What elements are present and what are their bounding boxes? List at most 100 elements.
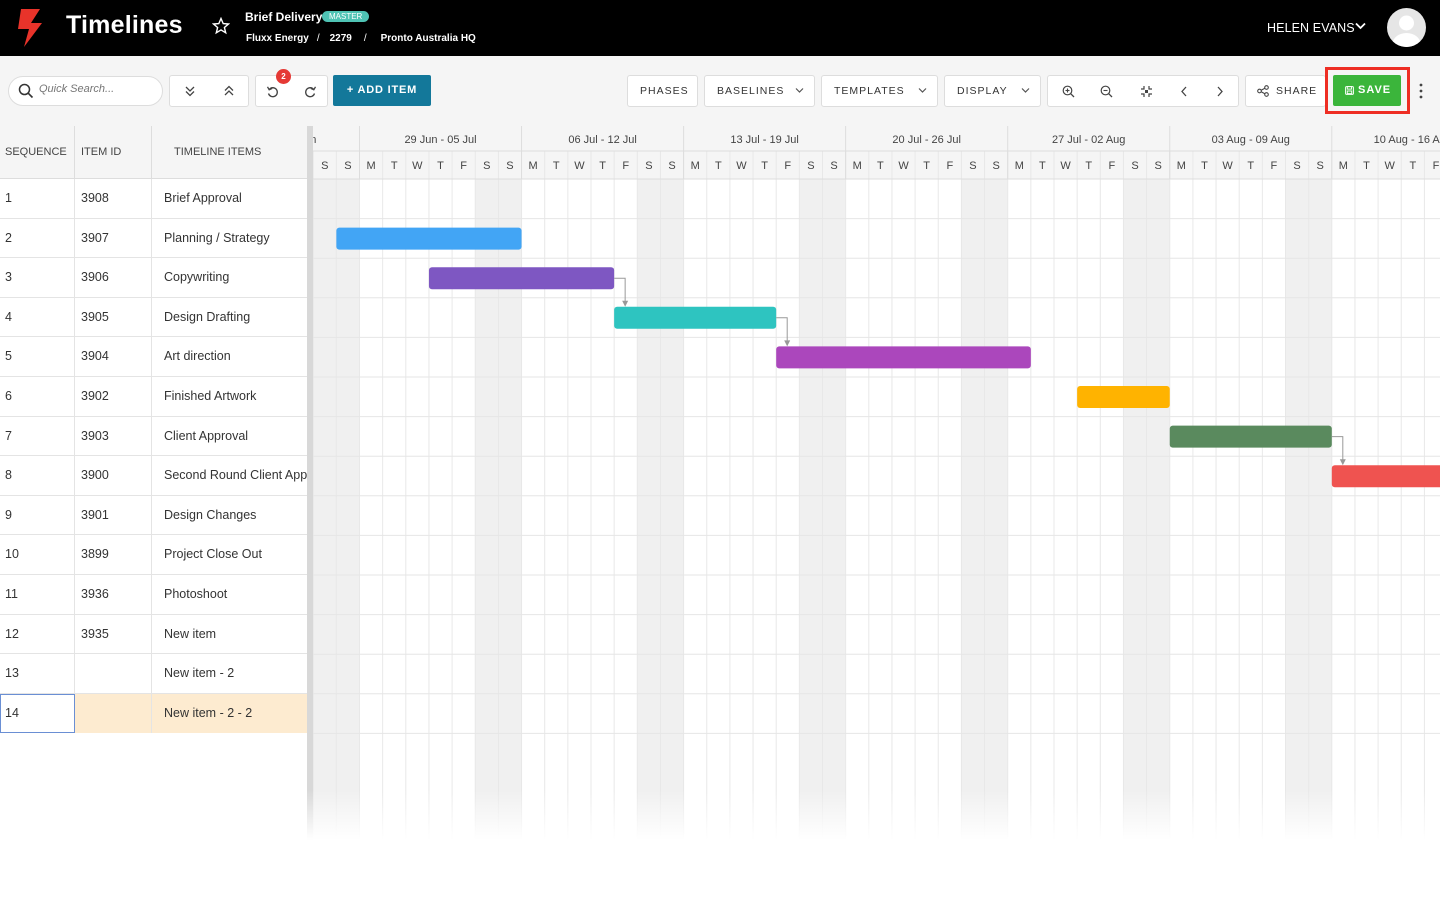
- item-id-cell[interactable]: 3904: [75, 337, 152, 377]
- sequence-cell[interactable]: 12: [0, 614, 75, 654]
- chevron-down-icon[interactable]: [1355, 22, 1366, 30]
- table-row[interactable]: 6 3902 Finished Artwork: [0, 377, 307, 417]
- table-row[interactable]: 83900Second Round Client Approval: [0, 456, 307, 496]
- table-row[interactable]: 13 New item - 2: [0, 654, 307, 694]
- expand-all-button[interactable]: [170, 76, 210, 106]
- table-row[interactable]: 10 3899 Project Close Out: [0, 535, 307, 575]
- table-row[interactable]: 7 3903 Client Approval: [0, 416, 307, 457]
- item-id-cell[interactable]: 3908: [75, 179, 152, 218]
- sequence-cell[interactable]: 5: [0, 337, 75, 377]
- timeline-item-name-cell[interactable]: Planning / Strategy: [152, 219, 307, 258]
- item-id-cell[interactable]: 3936: [75, 575, 152, 614]
- item-id-cell[interactable]: 3907: [75, 218, 152, 258]
- table-row[interactable]: 14 New item - 2 - 2: [0, 693, 307, 734]
- breadcrumb-job[interactable]: 2279: [330, 33, 352, 44]
- table-row[interactable]: 11 3936 Photoshoot: [0, 575, 307, 615]
- table-row[interactable]: 4 3905 Design Drafting: [0, 297, 307, 338]
- table-row[interactable]: 1 3908 Brief Approval: [0, 179, 307, 219]
- timeline-item-name-cell[interactable]: Design Changes: [152, 496, 307, 535]
- column-header-sequence[interactable]: SEQUENCE: [0, 126, 75, 179]
- item-id-cell[interactable]: [75, 654, 152, 694]
- table-row[interactable]: 3 3906 Copywriting: [0, 258, 307, 298]
- phases-button[interactable]: PHASES: [627, 75, 698, 107]
- weekend-column: [822, 179, 846, 840]
- timeline-bar-row-3[interactable]: [428, 267, 615, 290]
- timeline-bar-row-4[interactable]: [614, 306, 777, 329]
- timeline-item-name-cell[interactable]: Second Round Client Approval: [152, 456, 307, 495]
- collapse-all-button[interactable]: [209, 76, 249, 106]
- breadcrumb-location[interactable]: Pronto Australia HQ: [381, 33, 476, 44]
- timeline-item-name-cell[interactable]: Photoshoot: [152, 575, 307, 614]
- item-id-cell[interactable]: 3899: [75, 535, 152, 575]
- timeline-item-name-cell[interactable]: Design Drafting: [152, 298, 307, 337]
- timeline-item-name-cell[interactable]: Project Close Out: [152, 535, 307, 574]
- sequence-cell[interactable]: 6: [0, 377, 75, 416]
- redo-button[interactable]: [292, 76, 328, 106]
- templates-dropdown[interactable]: TEMPLATES: [821, 75, 938, 107]
- sequence-cell[interactable]: 9: [0, 495, 75, 535]
- sequence-cell[interactable]: 3: [0, 258, 75, 298]
- add-item-button[interactable]: + ADD ITEM: [333, 75, 431, 106]
- favorite-star-icon[interactable]: [212, 17, 230, 35]
- table-row[interactable]: 9 3901 Design Changes: [0, 495, 307, 536]
- sequence-cell[interactable]: 10: [0, 535, 75, 575]
- weekend-column: [799, 179, 823, 840]
- weekend-column: [1285, 179, 1309, 840]
- item-id-cell[interactable]: [75, 693, 152, 733]
- sequence-cell[interactable]: 11: [0, 575, 75, 614]
- sequence-cell[interactable]: 14: [0, 693, 75, 733]
- scroll-right-button[interactable]: [1200, 76, 1240, 106]
- sequence-cell[interactable]: 2: [0, 218, 75, 258]
- day-letter-label: S: [1131, 160, 1138, 172]
- user-menu[interactable]: HELEN EVANS: [1267, 21, 1355, 35]
- timeline-item-name-cell[interactable]: Art direction: [152, 337, 307, 376]
- sequence-cell[interactable]: 8: [0, 456, 75, 496]
- timeline-item-name-cell[interactable]: New item - 2 - 2: [152, 693, 307, 733]
- timeline-bar-row-8[interactable]: [1331, 465, 1440, 488]
- avatar[interactable]: [1387, 8, 1426, 47]
- sequence-cell[interactable]: 1: [0, 179, 75, 218]
- item-id-cell[interactable]: 3902: [75, 377, 152, 416]
- sequence-cell[interactable]: 7: [0, 416, 75, 456]
- item-id-cell[interactable]: 3900: [75, 456, 152, 496]
- breadcrumb-client[interactable]: Fluxx Energy: [246, 33, 309, 44]
- search-input[interactable]: [39, 83, 154, 95]
- sequence-cell[interactable]: 13: [0, 654, 75, 694]
- column-header-timeline-items[interactable]: TIMELINE ITEMS: [152, 126, 307, 179]
- timeline-bar-row-7[interactable]: [1169, 425, 1332, 448]
- baselines-dropdown[interactable]: BASELINES: [704, 75, 815, 107]
- day-letter-label: W: [1384, 160, 1395, 172]
- fit-to-screen-button[interactable]: [1126, 76, 1166, 106]
- timeline-bar-row-6[interactable]: [1077, 386, 1170, 408]
- more-options-icon[interactable]: [1415, 80, 1427, 102]
- zoom-out-button[interactable]: [1086, 76, 1126, 106]
- weekend-column: [637, 179, 661, 840]
- timeline-item-name-cell[interactable]: New item - 2: [152, 654, 307, 693]
- save-button[interactable]: SAVE: [1333, 75, 1401, 106]
- item-id-cell[interactable]: 3901: [75, 495, 152, 535]
- column-header-item-id[interactable]: ITEM ID: [75, 126, 152, 179]
- table-row[interactable]: 12 3935 New item: [0, 614, 307, 655]
- day-letter-label: W: [574, 160, 585, 172]
- item-id-cell[interactable]: 3903: [75, 416, 152, 456]
- timeline-item-name-cell[interactable]: Finished Artwork: [152, 377, 307, 416]
- day-letter-label: M: [1339, 160, 1348, 172]
- display-dropdown[interactable]: DISPLAY: [944, 75, 1041, 107]
- timeline-item-name-cell[interactable]: Copywriting: [152, 258, 307, 297]
- item-id-cell[interactable]: 3906: [75, 258, 152, 298]
- timeline-item-name-cell[interactable]: Brief Approval: [152, 179, 307, 218]
- timeline-item-name-cell[interactable]: New item: [152, 615, 307, 654]
- timeline-item-name-cell[interactable]: Client Approval: [152, 417, 307, 456]
- table-row[interactable]: 5 3904 Art direction: [0, 337, 307, 377]
- item-id-cell[interactable]: 3935: [75, 614, 152, 654]
- zoom-in-button[interactable]: [1048, 76, 1088, 106]
- quick-search[interactable]: [8, 76, 163, 106]
- sequence-cell[interactable]: 4: [0, 297, 75, 337]
- timeline-bar-row-2[interactable]: [336, 227, 522, 250]
- table-row[interactable]: 2 3907 Planning / Strategy: [0, 218, 307, 259]
- item-id-cell[interactable]: 3905: [75, 297, 152, 337]
- scroll-left-button[interactable]: [1164, 76, 1204, 106]
- timeline-bar-row-5[interactable]: [776, 346, 1031, 369]
- share-button[interactable]: SHARE: [1245, 75, 1326, 107]
- lightning-logo-icon[interactable]: [18, 9, 44, 47]
